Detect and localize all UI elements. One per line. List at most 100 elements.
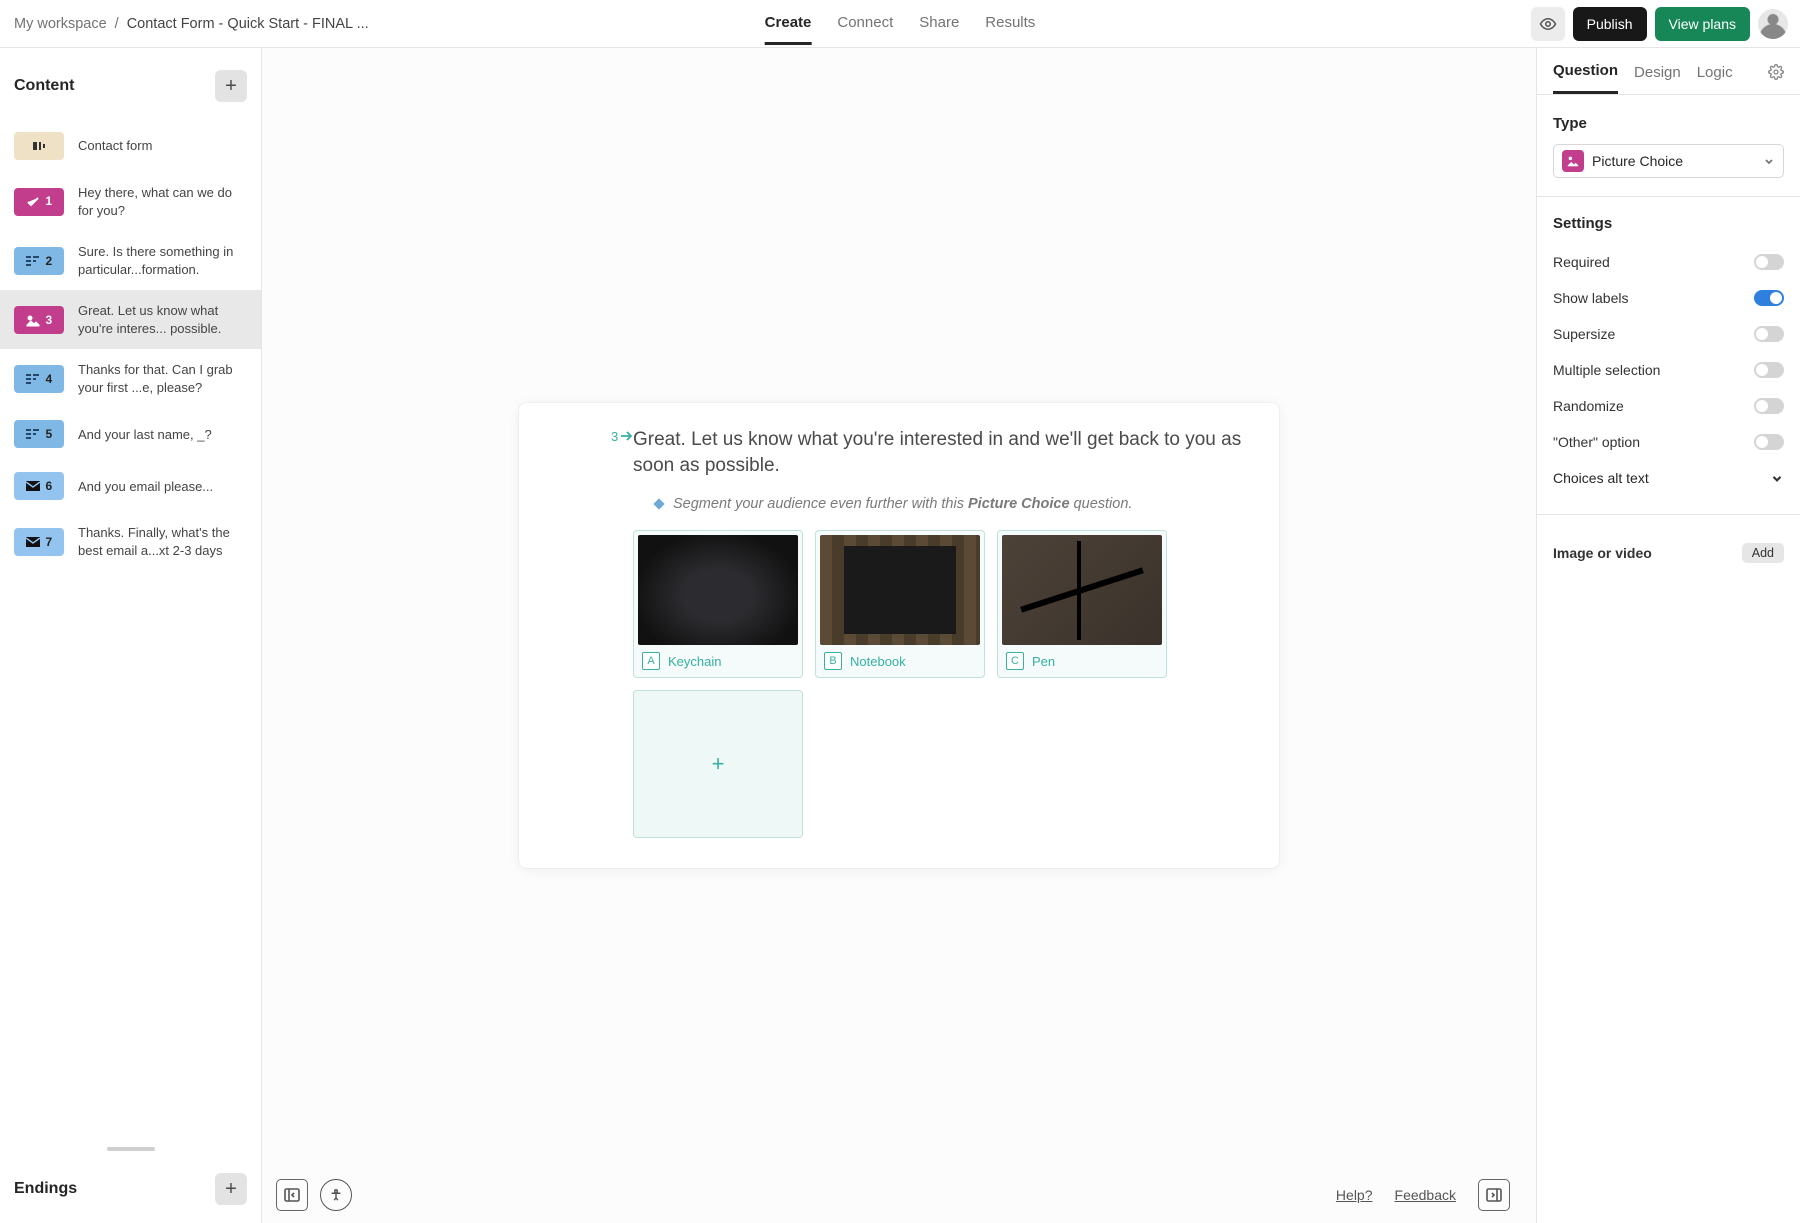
type-heading: Type [1553,115,1784,132]
toggle-required[interactable] [1754,254,1784,270]
setting-label: Show labels [1553,290,1629,306]
sidebar-item-6[interactable]: 6 And you email please... [0,460,261,512]
eye-icon [1539,15,1557,33]
question-type-select[interactable]: Picture Choice [1553,144,1784,178]
desc-suffix: question. [1070,496,1133,512]
choice-label: Notebook [850,654,906,669]
toggle-other[interactable] [1754,434,1784,450]
question-label: Thanks. Finally, what's the best email a… [78,524,247,559]
setting-showlabels: Show labels [1553,280,1784,316]
question-card: 3 Great. Let us know what you're interes… [519,403,1279,868]
tab-design[interactable]: Design [1634,64,1681,93]
diamond-icon [653,498,664,509]
desc-prefix: Segment your audience even further with … [673,496,968,512]
content-heading: Content [14,77,74,95]
question-label: Contact form [78,137,152,155]
sidebar-item-3[interactable]: 3 Great. Let us know what you're interes.… [0,290,261,349]
preview-button[interactable] [1531,7,1565,41]
choice-image [638,535,798,645]
help-link[interactable]: Help? [1336,1187,1373,1203]
sidebar-item-welcome[interactable]: Contact form [0,120,261,172]
choices-alt-text-row[interactable]: Choices alt text [1553,460,1784,496]
plus-icon: + [225,1179,237,1199]
question-chip: 4 [14,365,64,393]
question-chip: 7 [14,528,64,556]
collapse-panel-button[interactable] [1478,1179,1510,1211]
question-number: 3 [611,429,618,444]
choice-b[interactable]: B Notebook [815,530,985,678]
image-or-video-heading: Image or video [1553,545,1652,561]
question-chip: 6 [14,472,64,500]
question-text[interactable]: Great. Let us know what you're intereste… [633,427,1249,478]
question-chip: 1 [14,188,64,216]
question-type-icon [25,479,41,493]
gear-icon [1768,64,1784,80]
sidebar-item-4[interactable]: 4Thanks for that. Can I grab your first … [0,349,261,408]
toggle-randomize[interactable] [1754,398,1784,414]
question-chip: 3 [14,306,64,334]
settings-heading: Settings [1553,215,1784,232]
choice-image [820,535,980,645]
chevron-down-icon [1763,155,1775,167]
setting-randomize: Randomize [1553,388,1784,424]
question-description[interactable]: Segment your audience even further with … [655,496,1249,512]
panel-left-icon [284,1187,300,1203]
nav-create[interactable]: Create [765,2,812,45]
add-content-button[interactable]: + [215,70,247,102]
sidebar-item-7[interactable]: 7 Thanks. Finally, what's the best email … [0,512,261,571]
choice-a[interactable]: A Keychain [633,530,803,678]
question-number: 7 [46,534,54,550]
choice-key: B [824,652,842,670]
desc-bold: Picture Choice [968,496,1070,512]
feedback-link[interactable]: Feedback [1395,1187,1456,1203]
chevron-down-icon [1770,471,1784,485]
question-type-icon [25,195,41,209]
nav-share[interactable]: Share [919,2,959,45]
publish-button[interactable]: Publish [1573,7,1647,41]
sidebar-item-5[interactable]: 5 And your last name, _? [0,408,261,460]
breadcrumb-title[interactable]: Contact Form - Quick Start - FINAL ... [127,16,369,32]
choice-c[interactable]: CPen [997,530,1167,678]
question-label: Great. Let us know what you're interes..… [78,302,247,337]
setting-label: "Other" option [1553,434,1640,450]
question-number: 2 [46,253,54,269]
add-media-button[interactable]: Add [1742,543,1784,563]
breadcrumb-workspace[interactable]: My workspace [14,16,107,32]
sidebar-item-2[interactable]: 2Sure. Is there something in particular.… [0,231,261,290]
question-label: And your last name, _? [78,426,212,444]
choice-key: A [642,652,660,670]
accessibility-button[interactable] [320,1179,352,1211]
nav-connect[interactable]: Connect [837,2,893,45]
accessibility-icon [329,1188,343,1202]
question-type-icon [25,372,41,386]
nav-results[interactable]: Results [985,2,1035,45]
toggle-showlabels[interactable] [1754,290,1784,306]
toggle-multiple[interactable] [1754,362,1784,378]
tab-settings-icon[interactable] [1768,64,1784,92]
setting-required: Required [1553,244,1784,280]
collapse-sidebar-button[interactable] [276,1179,308,1211]
question-chip: 5 [14,420,64,448]
tab-logic[interactable]: Logic [1697,64,1733,93]
add-choice-button[interactable]: + [633,690,803,838]
setting-supersize: Supersize [1553,316,1784,352]
choice-label: Keychain [668,654,721,669]
add-ending-button[interactable]: + [215,1173,247,1205]
question-type-icon [25,535,41,549]
setting-label: Supersize [1553,326,1615,342]
view-plans-button[interactable]: View plans [1655,7,1750,41]
setting-other: "Other" option [1553,424,1784,460]
question-label: Hey there, what can we do for you? [78,184,247,219]
setting-label: Multiple selection [1553,362,1660,378]
tab-question[interactable]: Question [1553,62,1618,94]
sidebar-item-1[interactable]: 1 Hey there, what can we do for you? [0,172,261,231]
choices-alt-text-label: Choices alt text [1553,470,1649,486]
question-label: And you email please... [78,478,213,496]
avatar[interactable] [1758,9,1788,39]
question-type-icon [31,139,47,153]
arrow-right-icon [620,431,632,441]
question-number: 6 [46,478,54,494]
toggle-supersize[interactable] [1754,326,1784,342]
question-number: 4 [46,371,54,387]
endings-heading: Endings [14,1180,77,1198]
